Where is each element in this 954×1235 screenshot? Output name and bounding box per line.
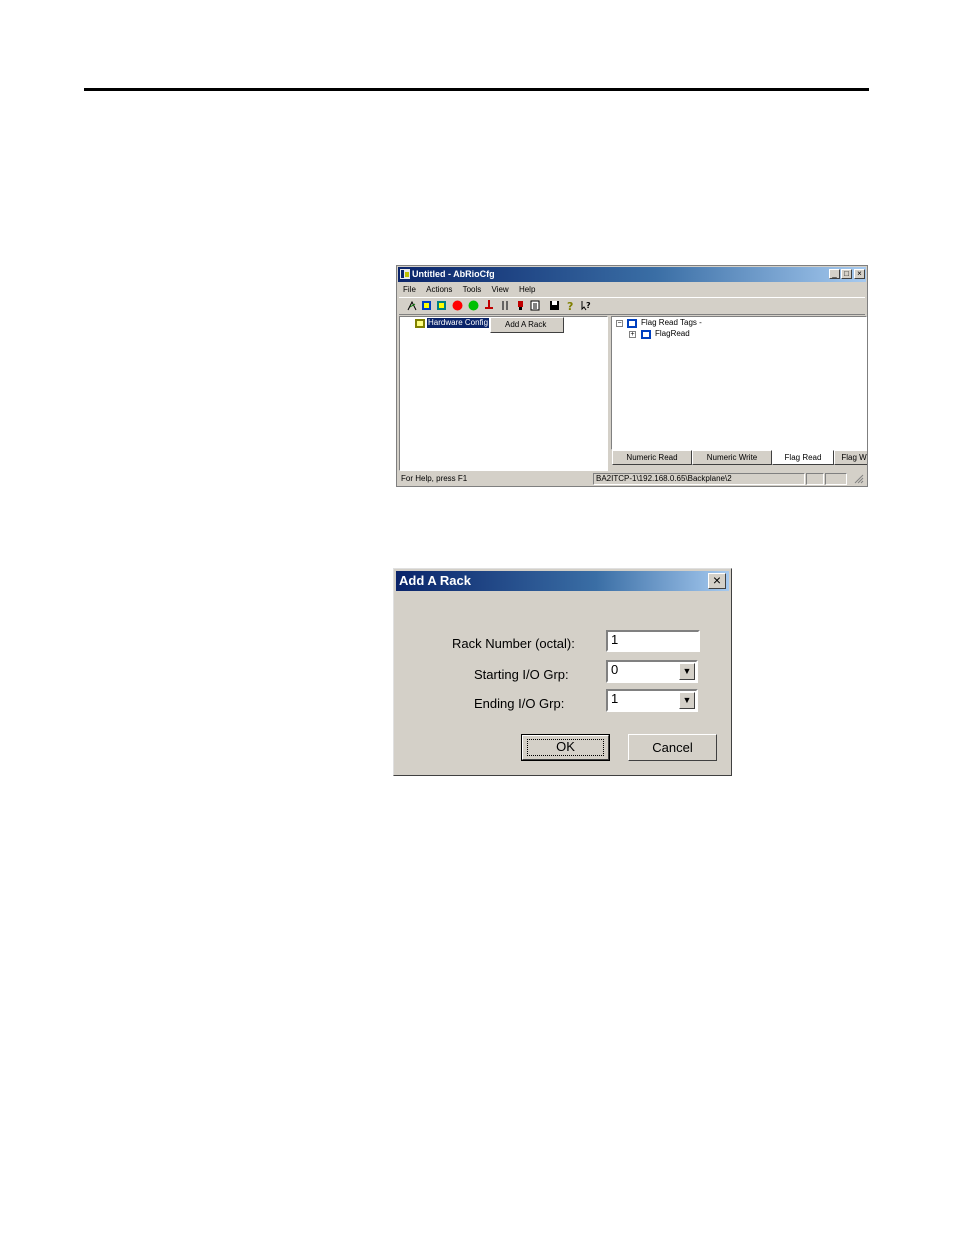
download-icon[interactable] bbox=[484, 300, 495, 311]
save-icon[interactable] bbox=[549, 300, 560, 311]
ending-dropdown-arrow-icon[interactable]: ▼ bbox=[679, 692, 695, 709]
menu-view[interactable]: View bbox=[492, 283, 509, 296]
ok-focus-rect bbox=[527, 739, 604, 756]
tab-flag-read[interactable]: Flag Read bbox=[772, 450, 834, 465]
rack-number-label: Rack Number (octal): bbox=[452, 636, 575, 651]
context-help-icon[interactable]: ? bbox=[581, 300, 592, 311]
ending-io-grp-label: Ending I/O Grp: bbox=[474, 696, 565, 711]
ok-button[interactable]: OK bbox=[521, 734, 610, 761]
context-menu-add-a-rack[interactable]: Add A Rack bbox=[490, 317, 564, 333]
status-indicator-1 bbox=[806, 473, 824, 485]
svg-text:?: ? bbox=[567, 300, 573, 311]
tag-icon bbox=[641, 330, 651, 339]
config2-icon[interactable] bbox=[436, 300, 447, 311]
dialog-title: Add A Rack bbox=[399, 573, 471, 588]
expand-toggle[interactable]: + bbox=[629, 331, 636, 338]
add-a-rack-dialog: Add A Rack × Rack Number (octal): 1 Star… bbox=[393, 568, 732, 776]
tree-item-hardware-config[interactable]: Hardware Config bbox=[427, 318, 490, 328]
collapse-toggle[interactable]: − bbox=[616, 320, 623, 327]
page-header-rule bbox=[84, 88, 869, 91]
tab-flag-write[interactable]: Flag W bbox=[834, 450, 867, 465]
tab-strip: Numeric Read Numeric Write Flag Read Fla… bbox=[611, 450, 867, 466]
app-window: Untitled - AbRioCfg _ □ × File Actions T… bbox=[396, 265, 868, 487]
status-bar: For Help, press F1 BA2ITCP-1\192.168.0.6… bbox=[398, 472, 866, 486]
status-path: BA2ITCP-1\192.168.0.65\Backplane\2 bbox=[593, 473, 805, 485]
hardware-tree-pane[interactable]: Hardware Config bbox=[399, 316, 608, 471]
close-button[interactable]: × bbox=[854, 269, 865, 279]
minimize-button[interactable]: _ bbox=[829, 269, 840, 279]
menu-help[interactable]: Help bbox=[519, 283, 535, 296]
rack-number-input[interactable]: 1 bbox=[606, 630, 700, 652]
tab-numeric-read[interactable]: Numeric Read bbox=[612, 450, 692, 465]
maximize-button[interactable]: □ bbox=[841, 269, 852, 279]
menu-tools[interactable]: Tools bbox=[463, 283, 482, 296]
ending-io-grp-select[interactable]: 1 ▼ bbox=[606, 689, 698, 712]
starting-io-grp-select[interactable]: 0 ▼ bbox=[606, 660, 698, 683]
resize-grip-icon[interactable] bbox=[854, 474, 864, 484]
hardware-config-icon bbox=[415, 319, 425, 328]
menu-file[interactable]: File bbox=[403, 283, 416, 296]
document-icon[interactable] bbox=[530, 300, 541, 311]
status-indicator-2 bbox=[825, 473, 847, 485]
stop-red-icon[interactable] bbox=[452, 300, 463, 311]
starting-io-grp-label: Starting I/O Grp: bbox=[474, 667, 569, 682]
starting-io-grp-value: 0 bbox=[611, 662, 619, 677]
status-help-text: For Help, press F1 bbox=[401, 474, 468, 483]
menu-actions[interactable]: Actions bbox=[426, 283, 452, 296]
tag-group-icon bbox=[627, 319, 637, 328]
svg-text:?: ? bbox=[586, 301, 591, 310]
connect-icon[interactable] bbox=[407, 300, 418, 311]
tree-item-flagread[interactable]: FlagRead bbox=[655, 329, 690, 339]
upload-icon[interactable] bbox=[500, 300, 511, 311]
tab-numeric-write[interactable]: Numeric Write bbox=[692, 450, 772, 465]
marker-icon[interactable] bbox=[515, 300, 526, 311]
ending-io-grp-value: 1 bbox=[611, 691, 619, 706]
help-icon[interactable]: ? bbox=[565, 300, 576, 311]
app-titlebar[interactable]: Untitled - AbRioCfg _ □ × bbox=[398, 267, 866, 282]
dialog-close-button[interactable]: × bbox=[708, 573, 726, 589]
dialog-titlebar[interactable]: Add A Rack × bbox=[396, 571, 729, 591]
config-icon[interactable] bbox=[421, 300, 432, 311]
app-title: Untitled - AbRioCfg bbox=[412, 269, 495, 279]
menu-bar: File Actions Tools View Help bbox=[399, 283, 865, 296]
app-icon bbox=[400, 269, 410, 279]
go-green-icon[interactable] bbox=[468, 300, 479, 311]
starting-dropdown-arrow-icon[interactable]: ▼ bbox=[679, 663, 695, 680]
cancel-button[interactable]: Cancel bbox=[628, 734, 717, 761]
toolbar: ? ? bbox=[399, 297, 865, 315]
tags-tree-pane[interactable]: − Flag Read Tags - + FlagRead bbox=[611, 316, 867, 450]
tree-item-flag-read-tags[interactable]: Flag Read Tags - bbox=[641, 318, 702, 328]
